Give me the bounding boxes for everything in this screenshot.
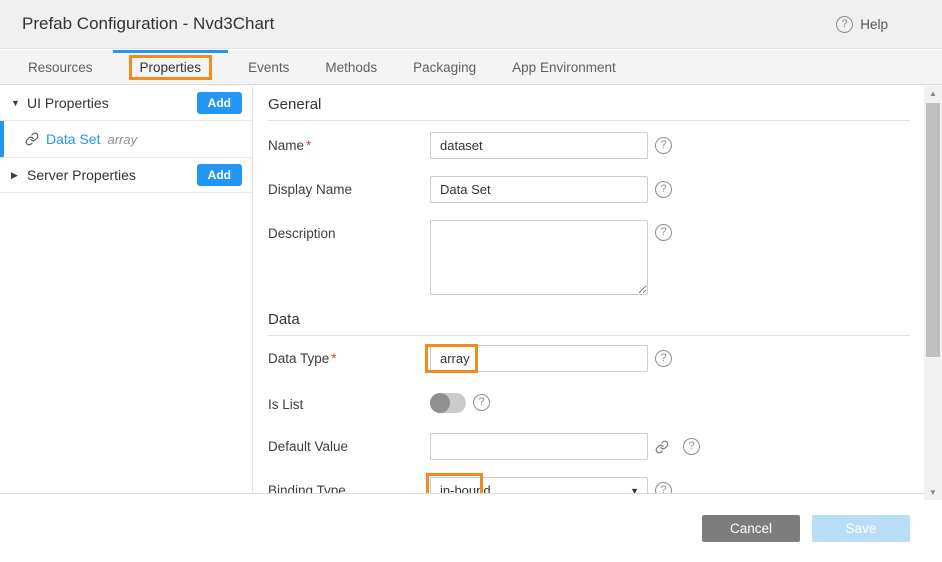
data-type-input[interactable] — [430, 345, 648, 372]
tab-properties[interactable]: Properties — [111, 50, 231, 84]
required-marker: * — [331, 351, 336, 366]
field-row-binding-type: Binding Type in-bound ▼ ? — [268, 477, 910, 493]
page-title: Prefab Configuration - Nvd3Chart — [22, 14, 274, 34]
help-circle-icon[interactable]: ? — [473, 394, 490, 411]
cancel-button[interactable]: Cancel — [702, 515, 800, 542]
scrollbar-thumb[interactable] — [926, 103, 940, 357]
properties-sidebar: ▼ UI Properties Add Data Set array ▶ Ser… — [0, 86, 253, 493]
help-label: Help — [860, 17, 888, 32]
prefab-configuration-dialog: Prefab Configuration - Nvd3Chart ? Help … — [0, 0, 942, 562]
display-name-input[interactable] — [430, 176, 648, 203]
required-marker: * — [306, 138, 311, 153]
help-circle-icon: ? — [836, 16, 853, 33]
name-input[interactable] — [430, 132, 648, 159]
caret-right-icon: ▶ — [11, 170, 27, 181]
field-row-display-name: Display Name ? — [268, 176, 910, 203]
default-value-input[interactable] — [430, 433, 648, 460]
help-circle-icon[interactable]: ? — [655, 181, 672, 198]
scroll-up-icon[interactable]: ▲ — [924, 86, 942, 101]
help-circle-icon[interactable]: ? — [683, 438, 700, 455]
property-form: General Name* ? Display Name ? Descripti… — [254, 86, 924, 493]
field-row-name: Name* ? — [268, 132, 910, 159]
binding-type-select[interactable]: in-bound ▼ — [430, 477, 648, 493]
add-server-property-button[interactable]: Add — [197, 164, 242, 186]
tab-bar: Resources Properties Events Methods Pack… — [0, 50, 942, 85]
help-circle-icon[interactable]: ? — [655, 224, 672, 241]
link-icon — [25, 132, 39, 146]
name-label: Name — [268, 138, 304, 153]
section-general-title: General — [268, 96, 910, 121]
bind-link-icon[interactable] — [655, 440, 669, 454]
description-textarea[interactable] — [430, 220, 648, 295]
sidebar-item-data-set[interactable]: Data Set array — [0, 121, 252, 158]
scroll-down-icon[interactable]: ▼ — [924, 485, 942, 500]
data-type-label: Data Type — [268, 351, 329, 366]
save-button[interactable]: Save — [812, 515, 910, 542]
display-name-label: Display Name — [268, 182, 352, 197]
help-button[interactable]: ? Help — [836, 16, 888, 33]
binding-type-value: in-bound — [440, 483, 491, 493]
tab-packaging[interactable]: Packaging — [395, 50, 494, 84]
add-ui-property-button[interactable]: Add — [197, 92, 242, 114]
vertical-scrollbar[interactable]: ▲ ▼ — [924, 86, 942, 500]
default-value-label: Default Value — [268, 439, 348, 454]
toggle-knob — [430, 393, 450, 413]
description-label: Description — [268, 226, 336, 241]
tab-events[interactable]: Events — [230, 50, 307, 84]
data-set-item-type: array — [107, 132, 137, 147]
dialog-footer: Cancel Save — [0, 493, 942, 562]
is-list-toggle[interactable] — [430, 393, 466, 413]
dialog-header: Prefab Configuration - Nvd3Chart ? Help — [0, 0, 942, 49]
field-row-data-type: Data Type* ? — [268, 345, 910, 372]
annotation-highlight-properties-tab: Properties — [129, 55, 213, 80]
field-row-default-value: Default Value ? — [268, 433, 910, 460]
chevron-down-icon: ▼ — [630, 486, 639, 494]
binding-type-label: Binding Type — [268, 483, 346, 493]
help-circle-icon[interactable]: ? — [655, 482, 672, 493]
caret-down-icon: ▼ — [11, 98, 27, 108]
sidebar-section-server-properties[interactable]: ▶ Server Properties Add — [0, 158, 252, 193]
section-data-title: Data — [268, 311, 910, 336]
field-row-is-list: Is List ? — [268, 391, 910, 413]
sidebar-section-ui-properties[interactable]: ▼ UI Properties Add — [0, 86, 252, 121]
server-properties-label: Server Properties — [27, 167, 136, 183]
tab-app-environment[interactable]: App Environment — [494, 50, 634, 84]
tab-resources[interactable]: Resources — [10, 50, 111, 84]
tab-methods[interactable]: Methods — [307, 50, 395, 84]
field-row-description: Description ? — [268, 220, 910, 295]
help-circle-icon[interactable]: ? — [655, 137, 672, 154]
is-list-label: Is List — [268, 397, 303, 412]
ui-properties-label: UI Properties — [27, 95, 109, 111]
data-set-item-label: Data Set — [46, 131, 100, 147]
help-circle-icon[interactable]: ? — [655, 350, 672, 367]
